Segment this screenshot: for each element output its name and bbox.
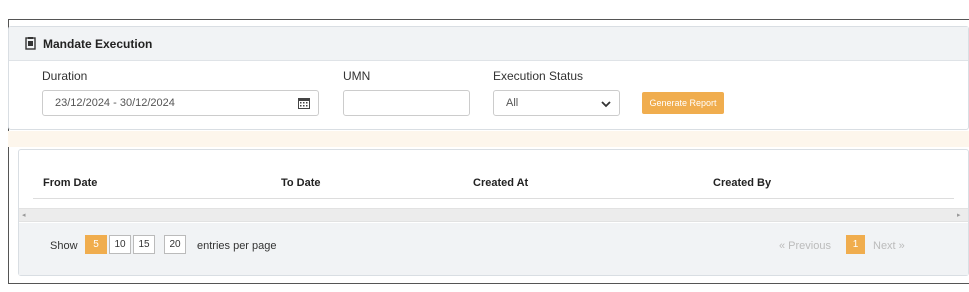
next-page-link[interactable]: Next » xyxy=(873,240,905,252)
chevron-down-icon xyxy=(601,99,611,108)
execution-status-select[interactable]: All xyxy=(493,90,620,116)
page-size-15[interactable]: 15 xyxy=(133,235,155,254)
panel-header: Mandate Execution xyxy=(9,27,968,61)
horizontal-scrollbar[interactable]: ◂ ▸ xyxy=(19,208,968,222)
duration-field[interactable]: 23/12/2024 - 30/12/2024 xyxy=(42,90,319,116)
mandate-execution-panel: Mandate Execution Duration 23/12/2024 - … xyxy=(8,26,969,130)
header-divider xyxy=(33,198,954,199)
generate-report-button[interactable]: Generate Report xyxy=(642,92,724,114)
umn-input[interactable] xyxy=(343,90,470,116)
entries-per-page-label: entries per page xyxy=(197,240,277,252)
scroll-right-icon[interactable]: ▸ xyxy=(957,212,963,219)
col-header-created-at[interactable]: Created At xyxy=(473,177,528,189)
page-size-10[interactable]: 10 xyxy=(109,235,131,254)
page-number-current[interactable]: 1 xyxy=(846,235,865,254)
duration-value: 23/12/2024 - 30/12/2024 xyxy=(55,97,175,109)
panel-title: Mandate Execution xyxy=(43,36,153,51)
col-header-to-date[interactable]: To Date xyxy=(281,177,321,189)
calendar-icon[interactable] xyxy=(298,97,310,109)
page-size-20[interactable]: 20 xyxy=(164,235,186,254)
execution-status-value: All xyxy=(506,97,519,109)
report-file-icon xyxy=(25,37,37,50)
duration-label: Duration xyxy=(42,69,88,83)
col-header-from-date[interactable]: From Date xyxy=(43,177,97,189)
umn-label: UMN xyxy=(343,69,371,83)
previous-page-link[interactable]: « Previous xyxy=(779,240,831,252)
execution-status-label: Execution Status xyxy=(493,69,584,83)
notice-strip xyxy=(8,131,969,147)
page-size-5[interactable]: 5 xyxy=(85,235,107,254)
col-header-created-by[interactable]: Created By xyxy=(713,177,771,189)
show-label: Show xyxy=(50,240,78,252)
results-table-panel: From Date To Date Created At Created By … xyxy=(18,149,969,276)
scroll-left-icon[interactable]: ◂ xyxy=(22,212,28,219)
table-footer: Show 5 10 15 20 entries per page « Previ… xyxy=(19,223,968,275)
